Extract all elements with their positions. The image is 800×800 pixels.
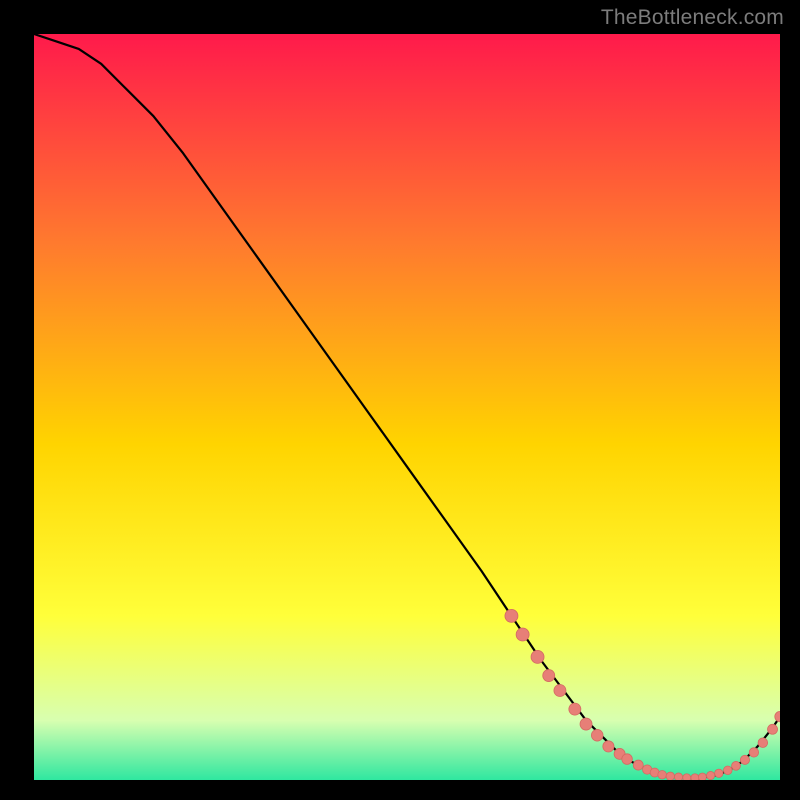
data-marker xyxy=(516,628,529,641)
data-marker xyxy=(768,724,778,734)
data-marker xyxy=(698,773,706,780)
plot-area xyxy=(34,34,780,780)
data-marker xyxy=(554,684,566,696)
data-marker xyxy=(622,754,633,765)
data-marker xyxy=(543,670,555,682)
data-marker xyxy=(732,761,741,770)
data-marker xyxy=(674,773,682,780)
data-marker xyxy=(633,760,643,770)
data-marker xyxy=(658,770,667,779)
data-marker xyxy=(749,748,758,757)
data-marker xyxy=(505,609,518,622)
data-marker xyxy=(707,771,715,779)
data-marker xyxy=(591,729,603,741)
chart-svg xyxy=(34,34,780,780)
data-marker xyxy=(569,703,581,715)
data-marker xyxy=(683,774,691,780)
attribution-text: TheBottleneck.com xyxy=(601,6,784,30)
data-marker xyxy=(715,769,723,777)
data-marker xyxy=(531,650,544,663)
data-marker xyxy=(740,755,749,764)
data-marker xyxy=(580,718,592,730)
data-marker xyxy=(603,741,614,752)
data-marker xyxy=(723,766,732,775)
data-marker xyxy=(758,738,768,748)
gradient-background xyxy=(34,34,780,780)
chart-frame: TheBottleneck.com xyxy=(0,0,800,800)
data-marker xyxy=(691,774,699,780)
data-marker xyxy=(666,772,674,780)
